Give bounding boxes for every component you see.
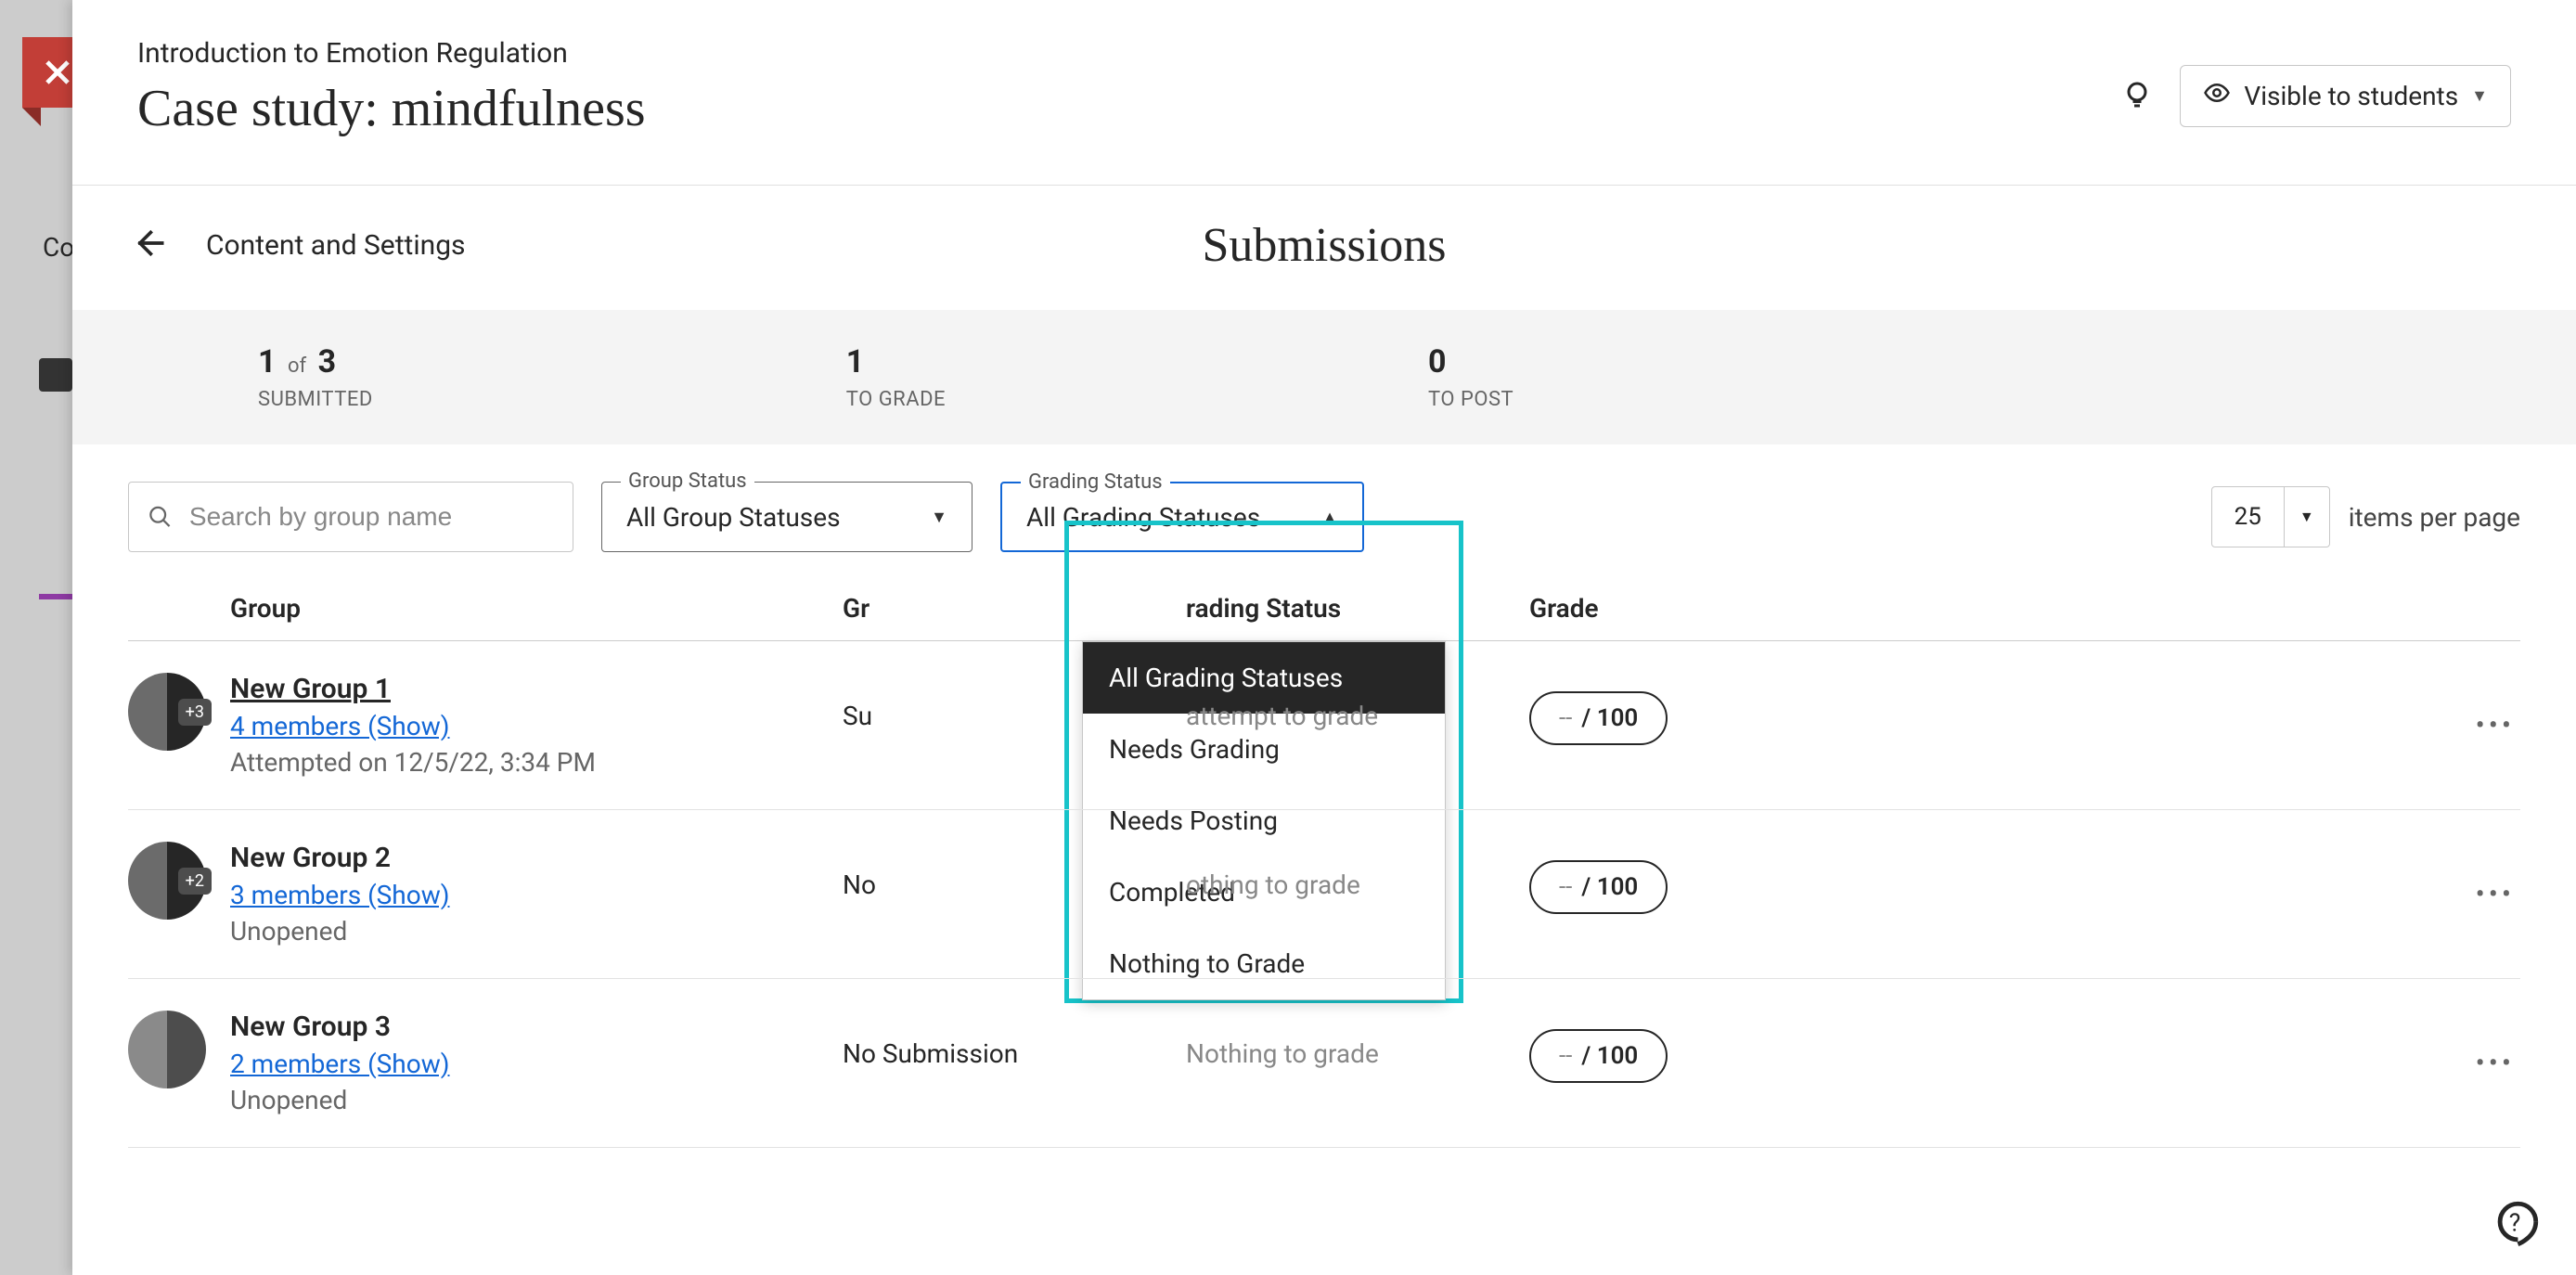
members-link[interactable]: 3 members (Show) (230, 880, 843, 910)
grade-max: / 100 (1581, 873, 1638, 901)
row-menu-button[interactable]: ••• (2476, 709, 2515, 741)
grade-value: -- (1559, 704, 1572, 732)
grade-input[interactable]: -- / 100 (1529, 860, 1668, 914)
group-status-partial: No (843, 842, 1186, 900)
tograde-count: 1 (846, 343, 946, 380)
group-avatar (128, 1011, 206, 1088)
search-icon (148, 503, 173, 531)
grade-max: / 100 (1581, 1042, 1638, 1070)
col-group: Group (128, 593, 843, 624)
col-group-status-partial: Gr (843, 593, 1186, 624)
grade-input[interactable]: -- / 100 (1529, 1029, 1668, 1083)
svg-text:?: ? (2509, 1208, 2521, 1237)
grade-input[interactable]: -- / 100 (1529, 691, 1668, 745)
submitted-total: 3 (318, 343, 337, 380)
group-name[interactable]: New Group 3 (230, 1011, 843, 1043)
submitted-label: SUBMITTED (258, 388, 373, 411)
submissions-table: Group Gr rading Status Grade +3 New Grou… (128, 593, 2520, 1148)
table-row: +2 New Group 2 3 members (Show) Unopened… (128, 810, 2520, 979)
section-title: Submissions (1203, 218, 1447, 273)
table-header: Group Gr rading Status Grade (128, 593, 2520, 641)
help-icon: ? (2489, 1197, 2543, 1251)
background-gutter: Co (0, 0, 74, 1275)
table-row: New Group 3 2 members (Show) Unopened No… (128, 979, 2520, 1148)
attempt-info: Attempted on 12/5/22, 3:34 PM (230, 747, 843, 778)
arrow-left-icon (128, 223, 169, 264)
items-per-page-value: 25 (2212, 487, 2285, 547)
close-icon (40, 55, 75, 90)
pager: 25 ▼ items per page (2211, 486, 2520, 547)
members-link[interactable]: 4 members (Show) (230, 711, 843, 741)
grade-value: -- (1559, 873, 1572, 901)
grade-value: -- (1559, 1042, 1572, 1070)
grading-status-label: Grading Status (1021, 470, 1170, 494)
obscured-icon (39, 358, 72, 392)
row-menu-button[interactable]: ••• (2476, 1047, 2515, 1079)
filter-row: Group Status All Group Statuses ▼ Gradin… (72, 444, 2576, 552)
attempt-info: Unopened (230, 916, 843, 947)
help-button[interactable]: ? (2489, 1197, 2543, 1251)
submitted-of: of (288, 354, 306, 378)
group-status-label: Group Status (621, 470, 754, 493)
group-status-partial: Su (843, 673, 1186, 731)
eye-icon (2203, 79, 2231, 113)
caret-down-icon: ▼ (2471, 86, 2488, 106)
items-per-page-select[interactable]: 25 ▼ (2211, 486, 2330, 547)
attempt-info: Unopened (230, 1085, 843, 1115)
stats-bar: 1 of 3 SUBMITTED 1 TO GRADE 0 TO POST (72, 310, 2576, 444)
grading-status-select[interactable]: Grading Status All Grading Statuses ▲ (1000, 482, 1364, 552)
col-grade: Grade (1529, 593, 2520, 624)
topost-label: TO POST (1428, 388, 1513, 411)
breadcrumb-row: Content and Settings Submissions (72, 186, 2576, 310)
row-menu-button[interactable]: ••• (2476, 878, 2515, 910)
search-input[interactable] (189, 502, 554, 532)
group-avatar: +3 (128, 673, 206, 751)
back-label[interactable]: Content and Settings (206, 229, 466, 262)
caret-down-icon: ▼ (931, 508, 947, 527)
group-name[interactable]: New Group 2 (230, 842, 843, 874)
submitted-count: 1 (258, 343, 277, 380)
member-count-badge: +2 (178, 868, 212, 895)
page-title: Case study: mindfulness (137, 79, 646, 138)
group-status-value: All Group Statuses (626, 502, 841, 533)
table-row: +3 New Group 1 4 members (Show) Attempte… (128, 641, 2520, 810)
items-per-page-label: items per page (2349, 502, 2520, 533)
stat-topost: 0 TO POST (1428, 343, 1513, 411)
stat-tograde: 1 TO GRADE (846, 343, 946, 411)
member-count-badge: +3 (178, 699, 212, 726)
visibility-dropdown[interactable]: Visible to students ▼ (2180, 65, 2511, 127)
back-button[interactable] (128, 223, 169, 267)
visibility-label: Visible to students (2244, 81, 2458, 111)
course-name: Introduction to Emotion Regulation (137, 37, 646, 70)
group-name-link[interactable]: New Group 1 (230, 673, 843, 705)
stat-submitted: 1 of 3 SUBMITTED (258, 343, 373, 411)
hint-icon[interactable] (2120, 78, 2154, 115)
grade-max: / 100 (1581, 704, 1638, 732)
obscured-text: Co (43, 232, 74, 263)
tograde-label: TO GRADE (846, 388, 946, 411)
grading-status-value: All Grading Statuses (1026, 502, 1260, 533)
group-status: No Submission (843, 1011, 1186, 1069)
page-header: Introduction to Emotion Regulation Case … (72, 0, 2576, 186)
main-panel: Introduction to Emotion Regulation Case … (72, 0, 2576, 1275)
grading-status: Nothing to grade (1186, 1011, 1529, 1069)
grading-status-partial: othing to grade (1186, 842, 1529, 900)
search-input-wrap[interactable] (128, 482, 573, 552)
members-link[interactable]: 2 members (Show) (230, 1049, 843, 1079)
group-avatar: +2 (128, 842, 206, 920)
caret-up-icon: ▲ (1321, 508, 1338, 527)
caret-down-icon: ▼ (2285, 508, 2329, 526)
grading-status-partial: attempt to grade (1186, 673, 1529, 731)
topost-count: 0 (1428, 343, 1513, 380)
col-grading-status-partial: rading Status (1186, 593, 1529, 624)
group-status-select[interactable]: Group Status All Group Statuses ▼ (601, 482, 972, 552)
